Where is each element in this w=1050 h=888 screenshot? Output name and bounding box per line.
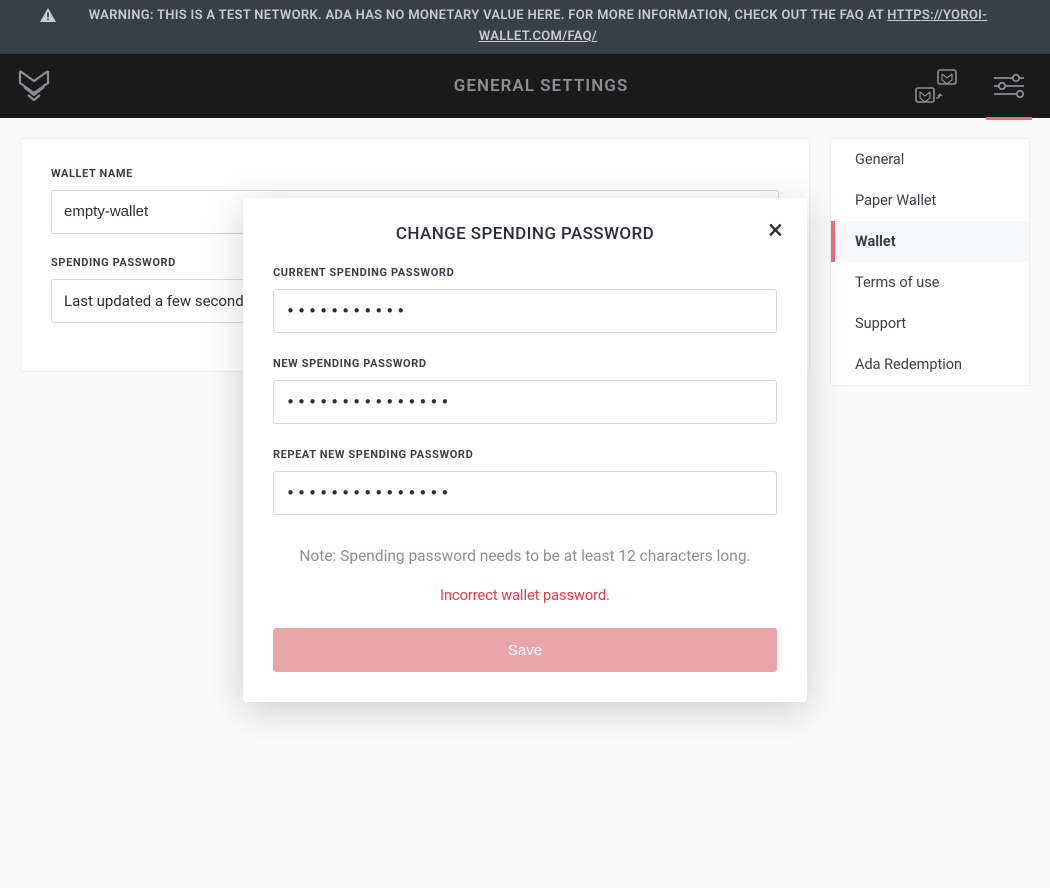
save-button[interactable]: Save (273, 628, 777, 672)
repeat-password-label: REPEAT NEW SPENDING PASSWORD (273, 448, 777, 461)
close-icon[interactable]: × (768, 216, 783, 244)
new-password-input[interactable] (273, 380, 777, 424)
modal-title: CHANGE SPENDING PASSWORD (273, 224, 777, 244)
current-password-label: CURRENT SPENDING PASSWORD (273, 266, 777, 279)
change-spending-password-modal: CHANGE SPENDING PASSWORD × CURRENT SPEND… (243, 198, 807, 702)
current-password-input[interactable] (273, 289, 777, 333)
modal-overlay: CHANGE SPENDING PASSWORD × CURRENT SPEND… (0, 0, 1050, 888)
repeat-password-input[interactable] (273, 471, 777, 515)
new-password-label: NEW SPENDING PASSWORD (273, 357, 777, 370)
password-length-note: Note: Spending password needs to be at l… (273, 547, 777, 565)
password-error-message: Incorrect wallet password. (273, 587, 777, 604)
